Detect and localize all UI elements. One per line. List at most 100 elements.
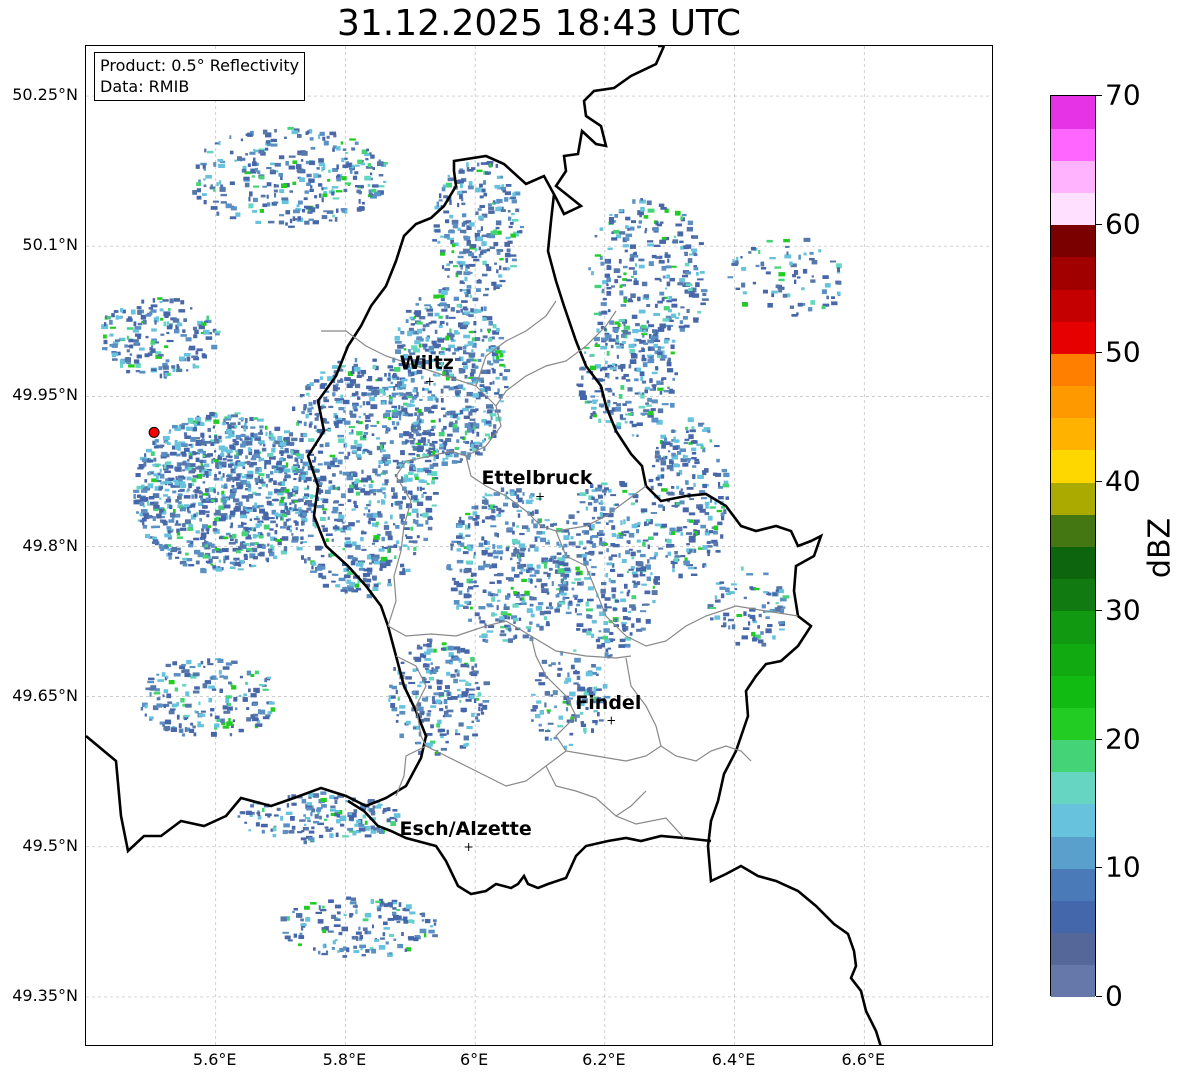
echo-pixel [473,258,480,262]
echo-pixel [313,947,316,951]
echo-pixel [323,461,330,466]
echo-pixel [502,190,507,193]
echo-pixel [689,253,694,256]
echo-pixel [372,575,377,580]
echo-pixel [273,189,278,193]
echo-pixel [193,334,198,339]
echo-pixel [457,384,464,388]
echo-pixel [178,489,184,492]
echo-pixel [594,284,602,289]
echo-pixel [445,714,452,718]
echo-pixel [600,345,608,350]
echo-pixel [162,694,165,698]
echo-pixel [463,365,469,370]
echo-pixel [480,328,483,333]
echo-pixel [204,463,210,468]
echo-pixel [678,573,683,579]
echo-pixel [109,319,113,325]
echo-pixel [509,221,514,225]
echo-pixel [165,498,172,503]
echo-pixel [672,239,679,244]
echo-pixel [330,805,336,808]
echo-pixel [648,536,654,540]
echo-pixel [470,606,473,610]
echo-pixel [286,803,290,808]
echo-pixel [323,818,328,821]
echo-pixel [486,630,494,633]
echo-pixel [544,610,551,615]
echo-pixel [207,658,211,664]
echo-pixel [371,542,375,545]
echo-pixel [591,406,597,410]
echo-pixel [630,502,635,506]
echo-pixel [196,182,202,187]
echo-pixel [523,569,526,572]
echo-pixel [321,215,328,220]
echo-pixel [335,832,339,838]
echo-pixel [587,598,594,602]
echo-pixel [457,255,464,259]
echo-pixel [467,185,474,190]
echo-pixel [623,265,628,269]
echo-pixel [493,555,499,559]
echo-pixel [627,611,632,614]
echo-pixel [238,728,244,733]
echo-pixel [529,603,534,607]
echo-pixel [308,401,313,407]
echo-pixel [623,299,627,303]
echo-pixel [690,440,698,444]
echo-pixel [407,936,414,939]
echo-pixel [322,164,326,170]
echo-pixel [492,380,495,385]
echo-pixel [530,596,537,601]
echo-pixel [459,568,463,573]
echo-pixel [459,264,463,268]
echo-pixel [670,351,675,355]
echo-pixel [265,431,268,437]
echo-pixel [398,504,403,510]
echo-pixel [417,644,421,649]
echo-pixel [362,927,368,932]
radar-map[interactable]: + + + + [85,45,993,1046]
echo-pixel [725,496,729,500]
echo-pixel [399,710,406,715]
echo-pixel [654,523,662,527]
echo-pixel [129,353,133,356]
echo-pixel [210,499,215,502]
echo-pixel [300,918,304,922]
echo-pixel [661,266,667,271]
echo-pixel [581,581,584,585]
echo-pixel [497,388,500,393]
echo-pixel [425,520,429,525]
echo-pixel [218,163,225,168]
echo-pixel [368,484,373,489]
echo-pixel [172,318,180,323]
echo-pixel [614,279,619,284]
echo-pixel [651,371,658,375]
echo-pixel [457,688,461,692]
echo-pixel [511,258,517,262]
echo-pixel [463,311,471,315]
echo-pixel [356,819,361,824]
echo-pixel [578,540,584,545]
echo-pixel [351,508,356,511]
echo-pixel [372,522,377,527]
echo-pixel [200,710,206,713]
echo-pixel [713,530,718,535]
echo-pixel [576,510,580,514]
echo-pixel [643,342,648,345]
echo-pixel [303,421,307,427]
echo-pixel [206,529,209,535]
echo-pixel [291,130,299,135]
echo-pixel [427,396,434,401]
echo-pixel [330,460,335,466]
echo-pixel [457,669,460,674]
echo-pixel [197,721,201,727]
echo-pixel [294,218,297,221]
echo-pixel [466,359,470,362]
echo-pixel [314,814,319,819]
echo-pixel [257,504,264,508]
echo-pixel [387,535,393,541]
echo-pixel [245,527,252,531]
echo-pixel [424,681,431,683]
